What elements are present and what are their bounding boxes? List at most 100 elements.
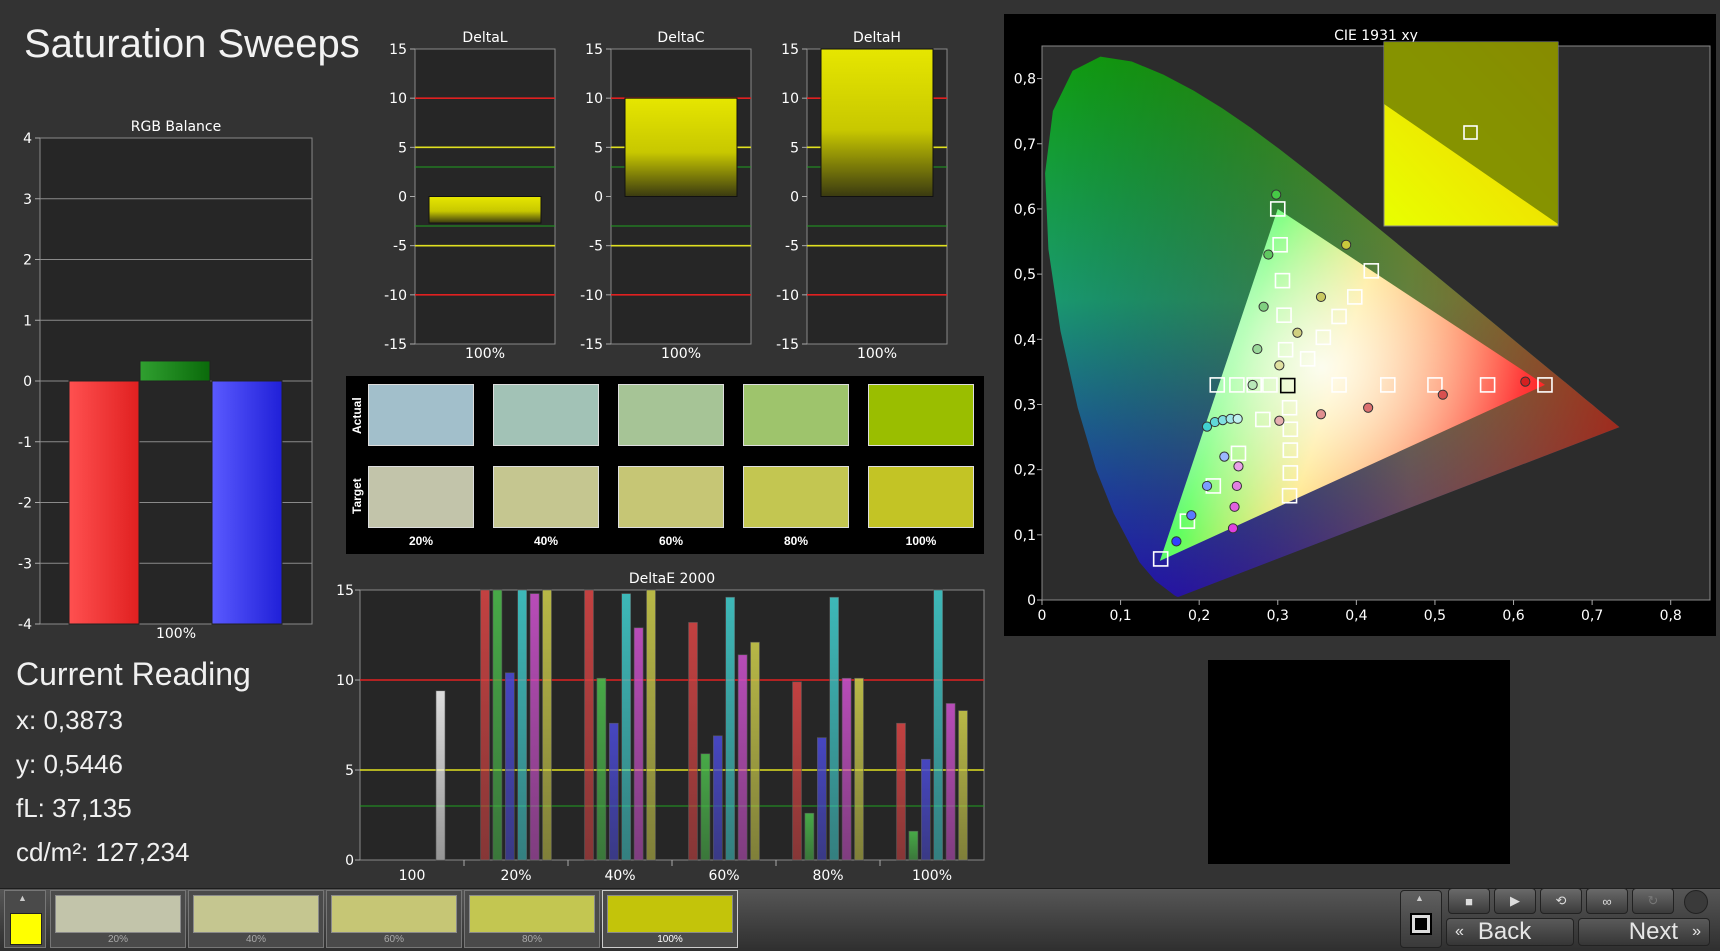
sweep-step-color [469, 895, 595, 933]
current-color-button[interactable]: ▲ [4, 890, 46, 948]
current-color-swatch [10, 913, 42, 945]
delta-e-bar [480, 589, 490, 861]
y-tick-label: 1 [23, 313, 32, 329]
red-bar [68, 380, 140, 625]
swatch-column-label: 100% [905, 534, 937, 548]
delta-e-bar [435, 690, 446, 861]
plot-area [359, 589, 985, 861]
rgb-balance-chart: RGB Balance 4 3 2 1 0 -1 -2 -3 -4 100% [18, 119, 313, 642]
next-button[interactable]: Next » [1578, 918, 1710, 946]
measured-point [1219, 451, 1230, 462]
green-bar [139, 360, 211, 382]
x-tick-label: 80% [812, 868, 843, 884]
y-tick-label: 5 [398, 140, 407, 156]
measured-point [1232, 413, 1243, 424]
sweep-step-label: 40% [245, 934, 266, 945]
y-tick-label: 0,2 [1014, 463, 1036, 479]
delta-e-bar [854, 677, 864, 861]
y-tick-label: 0,3 [1014, 397, 1036, 413]
measured-point [1520, 376, 1531, 387]
y-tick-label: -10 [776, 288, 799, 304]
measured-point [1274, 415, 1285, 426]
y-tick-label: -15 [580, 337, 603, 353]
chevron-right-icon: » [1692, 923, 1701, 940]
delta-e-bar [621, 593, 632, 861]
x-tick-label: 20% [500, 868, 531, 884]
measured-point [1201, 480, 1213, 492]
stop-icon [1410, 913, 1432, 935]
delta-e-bar [646, 589, 656, 861]
x-tick-label: 0,6 [1502, 608, 1524, 624]
sweep-step-button[interactable]: 80% [464, 890, 600, 948]
chart-title: DeltaE 2000 [629, 571, 715, 587]
current-reading-heading: Current Reading [16, 656, 251, 692]
current-reading-panel: Current Reading x: 0,3873 y: 0,5446 fL: … [16, 656, 251, 881]
chart-title: DeltaL [462, 30, 507, 46]
target-swatch [618, 466, 724, 528]
delta-e-bar [700, 753, 711, 861]
y-tick-label: -15 [384, 337, 407, 353]
x-tick-label: 0,8 [1660, 608, 1682, 624]
y-tick-label: 0 [1027, 593, 1036, 609]
swatch-column-label: 60% [658, 534, 684, 548]
y-tick-label: 0,8 [1014, 72, 1036, 88]
swatch-column-label: 40% [533, 534, 559, 548]
delta-e-bar [841, 677, 852, 861]
reading-cdm2: cd/m²: 127,234 [16, 837, 190, 867]
delta-e-bar [492, 589, 503, 861]
y-tick-label: 15 [585, 42, 603, 58]
x-tick-label: 100% [661, 346, 701, 362]
measured-point [1247, 379, 1258, 391]
y-tick-label: -10 [384, 288, 407, 304]
play-icon[interactable]: ▶ [1494, 888, 1536, 914]
delta-e-bar [633, 627, 644, 861]
chart-title: RGB Balance [131, 119, 221, 135]
delta-e-2000-chart: DeltaE 2000 15 10 5 0 100 20% 40% 60% 80% 100% [336, 571, 985, 884]
y-tick-label: 0 [594, 190, 603, 206]
sweep-step-button[interactable]: 100% [602, 890, 738, 948]
reading-x: x: 0,3873 [16, 705, 123, 735]
back-button[interactable]: « Back [1446, 918, 1574, 946]
delta-e-bar [505, 672, 515, 861]
infinity-icon[interactable]: ∞ [1586, 888, 1628, 914]
row-label-actual: Actual [350, 397, 364, 434]
refresh-icon[interactable]: ↻ [1632, 888, 1674, 914]
status-indicator [1684, 890, 1708, 914]
delta-e-bar [804, 812, 815, 861]
sweep-step-color [607, 895, 733, 933]
swatch-comparison-panel: Actual Target 20% 40% 60% 80% 100% [346, 376, 984, 554]
y-tick-label: 0 [345, 853, 354, 869]
y-tick-label: 10 [389, 91, 407, 107]
x-tick-label: 100% [156, 626, 196, 642]
delta-l-chart: DeltaL 15 10 5 0 -5 -10 -15 100% [384, 30, 556, 362]
sweep-step-button[interactable]: 20% [50, 890, 186, 948]
sweep-step-button[interactable]: 40% [188, 890, 324, 948]
delta-e-bar [958, 710, 968, 861]
y-tick-label: -15 [776, 337, 799, 353]
loop-icon[interactable]: ⟲ [1540, 888, 1582, 914]
x-tick-label: 0,3 [1267, 608, 1289, 624]
stop-button[interactable]: ▲ [1400, 890, 1442, 948]
delta-e-bar [750, 641, 760, 861]
y-tick-label: 5 [594, 140, 603, 156]
measured-point [1233, 461, 1244, 472]
target-swatch [368, 466, 474, 528]
y-tick-label: 0 [23, 374, 32, 390]
actual-swatch [493, 384, 599, 446]
delta-e-bar [829, 596, 840, 861]
x-tick-label: 100% [857, 346, 897, 362]
sweep-step-color [193, 895, 319, 933]
sweep-step-button[interactable]: 60% [326, 890, 462, 948]
measured-point [1315, 409, 1327, 420]
y-tick-label: 15 [389, 42, 407, 58]
y-tick-label: -1 [18, 435, 32, 451]
measured-point [1363, 402, 1374, 413]
y-tick-label: 0,5 [1014, 267, 1036, 283]
stop-icon[interactable]: ■ [1448, 888, 1490, 914]
delta-c-chart: DeltaC 15 10 5 0 -5 -10 -15 100% [580, 30, 752, 362]
delta-e-bar [920, 758, 931, 861]
delta-e-bar [529, 593, 540, 861]
preview-box [1208, 660, 1510, 864]
y-tick-label: 5 [345, 763, 354, 779]
delta-e-bar [688, 622, 698, 861]
